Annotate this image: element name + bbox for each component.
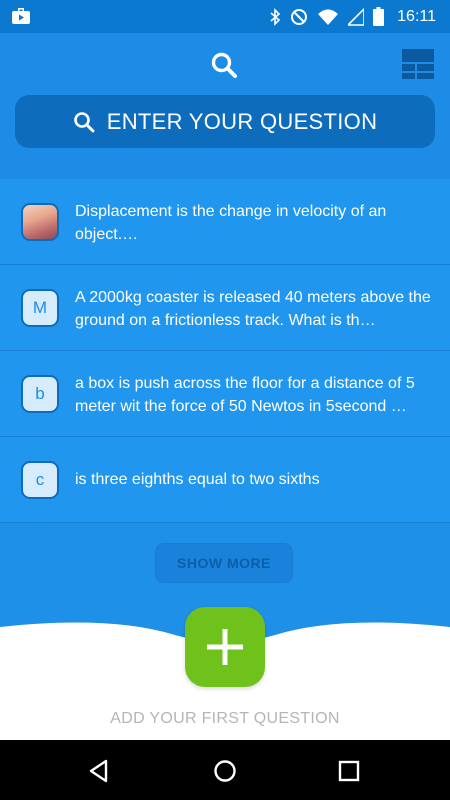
- list-item[interactable]: c is three eighths equal to two sixths: [0, 437, 450, 523]
- plus-icon: [207, 629, 243, 665]
- list-item[interactable]: M A 2000kg coaster is released 40 meters…: [0, 265, 450, 351]
- home-icon[interactable]: [212, 758, 238, 784]
- bluetooth-icon: [270, 7, 281, 26]
- play-store-icon: [12, 8, 30, 24]
- wifi-icon: [318, 9, 339, 25]
- avatar: [21, 203, 59, 241]
- add-question-button[interactable]: [185, 607, 265, 687]
- question-text: A 2000kg coaster is released 40 meters a…: [75, 289, 431, 329]
- show-more-button[interactable]: SHOW MORE: [155, 543, 293, 583]
- list-item[interactable]: b a box is push across the floor for a d…: [0, 351, 450, 437]
- question-text: is three eighths equal to two sixths: [75, 471, 320, 488]
- avatar: b: [21, 375, 59, 413]
- question-text: a box is push across the floor for a dis…: [75, 375, 415, 415]
- question-list: Displacement is the change in velocity o…: [0, 179, 450, 523]
- avatar: c: [21, 461, 59, 499]
- layout-grid-icon[interactable]: [402, 49, 434, 79]
- do-not-disturb-icon: [291, 8, 308, 25]
- header: ENTER YOUR QUESTION: [0, 33, 450, 179]
- back-icon[interactable]: [86, 758, 112, 784]
- status-bar: 16:11: [0, 0, 450, 33]
- status-time: 16:11: [397, 7, 436, 25]
- cellular-icon: [348, 7, 365, 26]
- recents-icon[interactable]: [336, 758, 362, 784]
- battery-icon: [373, 7, 385, 26]
- question-search-bar[interactable]: ENTER YOUR QUESTION: [15, 95, 435, 148]
- question-search-placeholder: ENTER YOUR QUESTION: [106, 108, 378, 134]
- question-text: Displacement is the change in velocity o…: [75, 203, 387, 243]
- navigation-bar: [0, 740, 450, 800]
- add-question-label: ADD YOUR FIRST QUESTION: [110, 710, 340, 727]
- search-icon: [73, 111, 95, 132]
- search-icon[interactable]: [210, 51, 238, 79]
- avatar: M: [21, 289, 59, 327]
- list-item[interactable]: Displacement is the change in velocity o…: [0, 179, 450, 265]
